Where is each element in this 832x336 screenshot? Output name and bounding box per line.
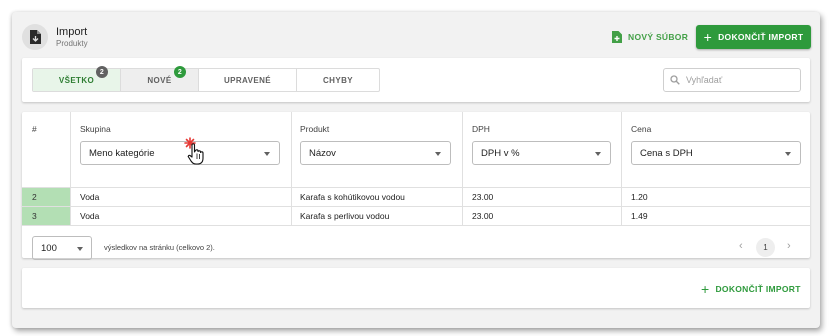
price-mapping-select[interactable]: Cena s DPH xyxy=(631,141,801,165)
page-title: Import xyxy=(56,26,88,38)
tab-all-label: VŠETKO xyxy=(58,75,95,85)
tab-new-label: NOVÉ xyxy=(147,75,172,85)
per-page-summary: výsledkov na stránku (celkovo 2). xyxy=(104,243,215,252)
finish-import-label: DOKONČIŤ IMPORT xyxy=(718,32,804,42)
hand-pointer-cursor xyxy=(184,137,204,165)
row-vat: 23.00 xyxy=(472,192,494,202)
caret-down-icon xyxy=(595,152,601,156)
caret-down-icon xyxy=(785,152,791,156)
tab-modified-label: UPRAVENÉ xyxy=(223,75,272,85)
new-file-button[interactable]: NOVÝ SÚBOR xyxy=(612,28,688,46)
tab-modified[interactable]: UPRAVENÉ xyxy=(199,69,297,91)
search-input[interactable] xyxy=(686,75,786,85)
plus-icon: + xyxy=(703,29,713,45)
column-header-group: Skupina xyxy=(80,124,111,134)
tab-errors-label: CHYBY xyxy=(322,75,353,85)
search-icon xyxy=(670,75,680,85)
vat-mapping-value: DPH v % xyxy=(481,147,520,159)
product-mapping-value: Názov xyxy=(309,147,336,159)
page-1-button[interactable]: 1 xyxy=(756,238,775,257)
tab-new[interactable]: NOVÉ 2 xyxy=(121,66,199,91)
column-separator xyxy=(462,112,463,225)
new-file-icon xyxy=(612,31,622,43)
tab-all[interactable]: VŠETKO 2 xyxy=(33,66,121,91)
per-page-value: 100 xyxy=(41,242,57,254)
row-group: Voda xyxy=(80,192,100,202)
row-product: Karafa s kohútikovou vodou xyxy=(300,192,405,202)
caret-down-icon xyxy=(435,152,441,156)
column-separator xyxy=(291,112,292,225)
row-divider xyxy=(22,187,810,188)
row-vat: 23.00 xyxy=(472,211,494,221)
row-group: Voda xyxy=(80,211,100,221)
tab-all-badge: 2 xyxy=(96,66,108,78)
page-subtitle: Produkty xyxy=(56,39,88,48)
import-table: # Skupina Produkt DPH Cena Meno kategóri… xyxy=(22,112,810,260)
row-number: 3 xyxy=(22,207,70,225)
previous-page-icon[interactable]: ‹ xyxy=(739,241,743,252)
plus-icon: + xyxy=(701,281,710,297)
product-mapping-select[interactable]: Názov xyxy=(300,141,451,165)
vat-mapping-select[interactable]: DPH v % xyxy=(472,141,611,165)
app-window: Import Produkty NOVÝ SÚBOR + DOKONČIŤ IM… xyxy=(12,12,820,328)
group-mapping-select[interactable]: Meno kategórie xyxy=(80,141,280,165)
row-price: 1.20 xyxy=(631,192,648,202)
footer-finish-import-label: DOKONČIŤ IMPORT xyxy=(715,284,801,294)
column-header-vat: DPH xyxy=(472,124,490,134)
row-product: Karafa s perlivou vodou xyxy=(300,211,390,221)
finish-import-button[interactable]: + DOKONČIŤ IMPORT xyxy=(696,25,811,49)
tab-bar: VŠETKO 2 NOVÉ 2 UPRAVENÉ CHYBY xyxy=(32,66,380,92)
tab-errors[interactable]: CHYBY xyxy=(297,69,379,91)
caret-down-icon xyxy=(77,247,83,251)
per-page-select[interactable]: 100 xyxy=(32,236,92,260)
row-number: 2 xyxy=(22,188,70,206)
column-header-price: Cena xyxy=(631,124,652,134)
row-price: 1.49 xyxy=(631,211,648,221)
group-mapping-value: Meno kategórie xyxy=(89,147,155,159)
search-box[interactable] xyxy=(663,68,801,92)
filter-card: VŠETKO 2 NOVÉ 2 UPRAVENÉ CHYBY xyxy=(22,58,810,102)
column-header-product: Produkt xyxy=(300,124,330,134)
file-icon xyxy=(22,24,48,50)
price-mapping-value: Cena s DPH xyxy=(640,147,693,159)
caret-down-icon xyxy=(264,152,270,156)
footer-card: + DOKONČIŤ IMPORT xyxy=(22,268,810,308)
column-separator xyxy=(621,112,622,225)
row-divider xyxy=(22,225,810,226)
footer-finish-import-button[interactable]: + DOKONČIŤ IMPORT xyxy=(701,282,801,296)
next-page-icon[interactable]: › xyxy=(787,241,791,252)
row-divider xyxy=(22,206,810,207)
column-separator xyxy=(70,112,71,225)
new-file-label: NOVÝ SÚBOR xyxy=(628,32,689,42)
column-header-number: # xyxy=(32,124,37,134)
tab-new-badge: 2 xyxy=(174,66,186,78)
